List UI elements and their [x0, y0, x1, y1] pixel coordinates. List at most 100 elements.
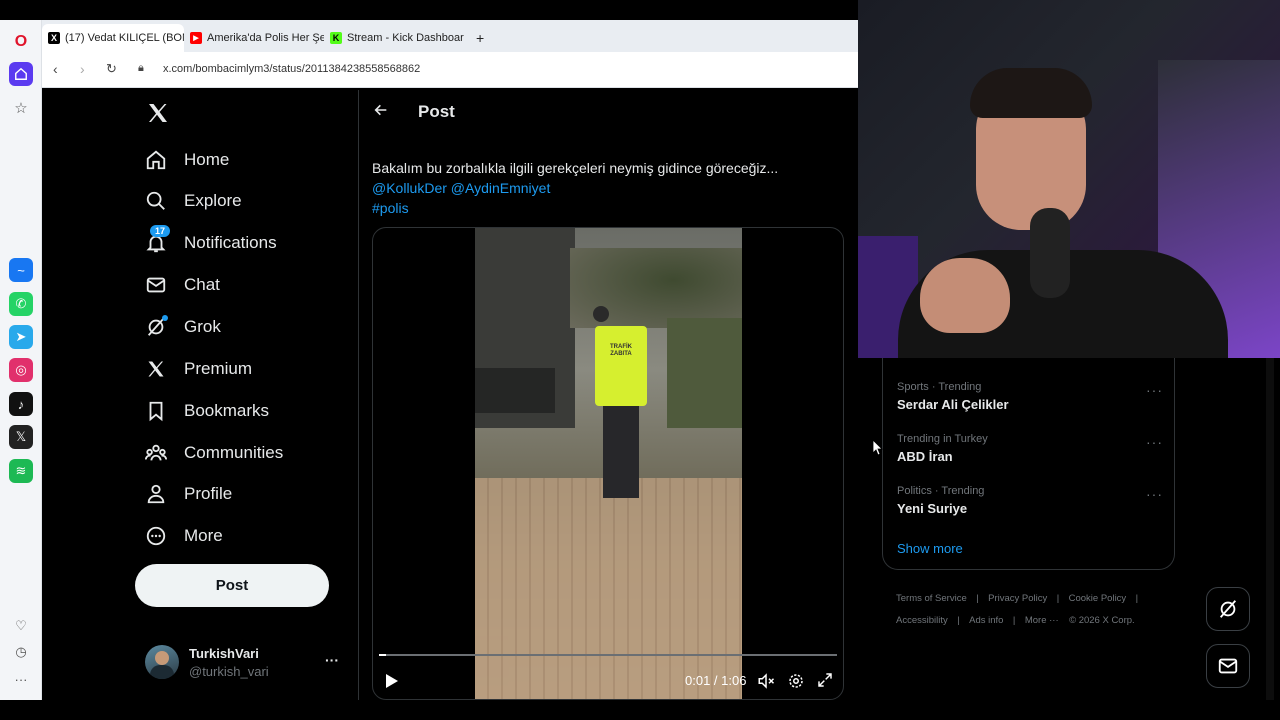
tab-label: Amerika'da Polis Her Şeyi... [207, 32, 324, 44]
heart-icon[interactable]: ♡ [9, 614, 33, 638]
avatar[interactable] [145, 645, 179, 679]
video-progress-fill [379, 654, 386, 656]
show-more-link[interactable]: Show more [897, 541, 963, 556]
url-field[interactable]: x.com/bombacimlym3/status/20113842385585… [163, 63, 420, 75]
nav-home[interactable]: Home [144, 145, 229, 175]
more-icon[interactable]: ··· [9, 667, 33, 691]
tab-kick[interactable]: K Stream - Kick Dashboard [324, 24, 464, 52]
footer-accessibility-link[interactable]: Accessibility [896, 615, 948, 626]
telegram-icon[interactable]: ➤ [9, 325, 33, 349]
footer-cookie-link[interactable]: Cookie Policy [1069, 593, 1127, 604]
whatsapp-icon[interactable]: ✆ [9, 292, 33, 316]
spotify-icon[interactable]: ≋ [9, 459, 33, 483]
nav-notifications[interactable]: 17 Notifications [144, 225, 277, 258]
footer-separator: | [1012, 615, 1016, 626]
instagram-icon[interactable]: ◎ [9, 358, 33, 382]
star-icon[interactable]: ☆ [9, 96, 33, 120]
post-mentions[interactable]: @KollukDer @AydinEmniyet [372, 178, 842, 198]
video-frame: TRAFİK ZABITA [475, 228, 742, 699]
settings-gear-icon[interactable] [787, 672, 805, 695]
play-icon[interactable] [385, 673, 399, 694]
x-favicon-icon: X [48, 32, 60, 44]
nav-label: Grok [184, 317, 221, 336]
tab-bar: X (17) Vedat KILIÇEL (BOMB... ▶ Amerika'… [42, 20, 858, 52]
trend-more-icon[interactable]: ··· [1146, 382, 1163, 398]
nav-label: Profile [184, 484, 233, 503]
video-progress-track[interactable] [379, 654, 837, 656]
nav-more[interactable]: More [144, 521, 223, 551]
tiktok-icon[interactable]: ♪ [9, 392, 33, 416]
footer-terms-link[interactable]: Terms of Service [896, 593, 967, 604]
grok-dot [162, 315, 168, 321]
reload-icon[interactable]: ↻ [106, 61, 117, 77]
history-icon[interactable]: ◷ [9, 640, 33, 664]
footer-ads-link[interactable]: Ads info [969, 615, 1003, 626]
forward-icon[interactable]: › [80, 61, 85, 77]
nav-label: Communities [184, 443, 284, 462]
trend-name: Yeni Suriye [897, 501, 968, 516]
x-page: Home Explore 17 Notifications Chat Grok … [44, 90, 858, 700]
nav-label: Notifications [184, 233, 277, 252]
trend-name: Serdar Ali Çelikler [897, 397, 1009, 412]
post-hashtag[interactable]: #polis [372, 198, 842, 218]
mail-icon [144, 273, 168, 297]
notification-badge: 17 [150, 225, 171, 237]
footer-privacy-link[interactable]: Privacy Policy [988, 593, 1047, 604]
new-tab-button[interactable]: + [470, 24, 490, 52]
address-bar: ‹ › ↻ 🔒︎ x.com/bombacimlym3/status/20113… [42, 52, 858, 88]
x-logo-icon [144, 357, 168, 381]
account-name: TurkishVari [189, 646, 259, 661]
scrollbar[interactable] [1266, 358, 1274, 700]
tab-x-post[interactable]: X (17) Vedat KILIÇEL (BOMB... [42, 24, 184, 52]
back-icon[interactable]: ‹ [53, 61, 58, 77]
search-icon [144, 189, 168, 213]
tab-youtube[interactable]: ▶ Amerika'da Polis Her Şeyi... [184, 24, 324, 52]
vest-label: TRAFİK ZABITA [595, 326, 647, 406]
x-logo-icon[interactable] [146, 101, 170, 125]
trend-more-icon[interactable]: ··· [1146, 486, 1163, 502]
footer-copyright: © 2026 X Corp. [1069, 615, 1135, 626]
nav-premium[interactable]: Premium [144, 354, 252, 384]
column-divider [358, 90, 359, 700]
nav-communities[interactable]: Communities [144, 438, 283, 468]
nav-explore[interactable]: Explore [144, 186, 242, 216]
home-icon[interactable] [9, 62, 33, 86]
mute-icon[interactable] [757, 672, 775, 695]
post-button[interactable]: Post [135, 564, 329, 607]
home-icon [144, 148, 168, 172]
trend-item[interactable]: Trending in Turkey ABD İran [897, 433, 988, 464]
video-player[interactable]: TRAFİK ZABITA 0:01 / 1:06 [372, 227, 844, 700]
trend-category: Sports · Trending [897, 381, 982, 393]
nav-profile[interactable]: Profile [144, 479, 232, 509]
video-time: 0:01 / 1:06 [685, 673, 747, 688]
trend-category: Politics · Trending [897, 485, 985, 497]
webcam-overlay [858, 0, 1280, 358]
nav-bookmarks[interactable]: Bookmarks [144, 396, 269, 426]
footer: Terms of Service | Privacy Policy | Cook… [896, 587, 1166, 631]
footer-separator: | [976, 593, 979, 604]
bell-icon: 17 [144, 225, 171, 255]
nav-grok[interactable]: Grok [144, 312, 221, 342]
kick-favicon-icon: K [330, 32, 342, 44]
post-header-title: Post [418, 102, 455, 121]
fullscreen-icon[interactable] [817, 672, 833, 693]
nav-label: Chat [184, 275, 220, 294]
account-handle: @turkish_vari [189, 664, 269, 679]
trend-item[interactable]: Sports · Trending Serdar Ali Çelikler [897, 381, 1009, 412]
nav-label: Premium [184, 359, 253, 378]
trend-item[interactable]: Politics · Trending Yeni Suriye [897, 485, 984, 516]
tab-label: (17) Vedat KILIÇEL (BOMB... [65, 32, 184, 44]
browser-sidebar: O ☆ ~ ✆ ➤ ◎ ♪ 𝕏 ≋ ♡ ◷ ··· [0, 20, 42, 700]
back-arrow-icon[interactable] [373, 102, 389, 123]
youtube-favicon-icon: ▶ [190, 32, 202, 44]
grok-float-button[interactable] [1206, 587, 1250, 631]
account-more-icon[interactable]: ··· [325, 652, 339, 668]
trend-more-icon[interactable]: ··· [1146, 434, 1163, 450]
opera-logo-icon[interactable]: O [9, 30, 33, 54]
messenger-icon[interactable]: ~ [9, 258, 33, 282]
x-icon[interactable]: 𝕏 [9, 425, 33, 449]
footer-more-link[interactable]: More ··· [1025, 615, 1059, 626]
messages-float-button[interactable] [1206, 644, 1250, 688]
nav-chat[interactable]: Chat [144, 270, 220, 300]
nav-label: Bookmarks [184, 401, 270, 420]
